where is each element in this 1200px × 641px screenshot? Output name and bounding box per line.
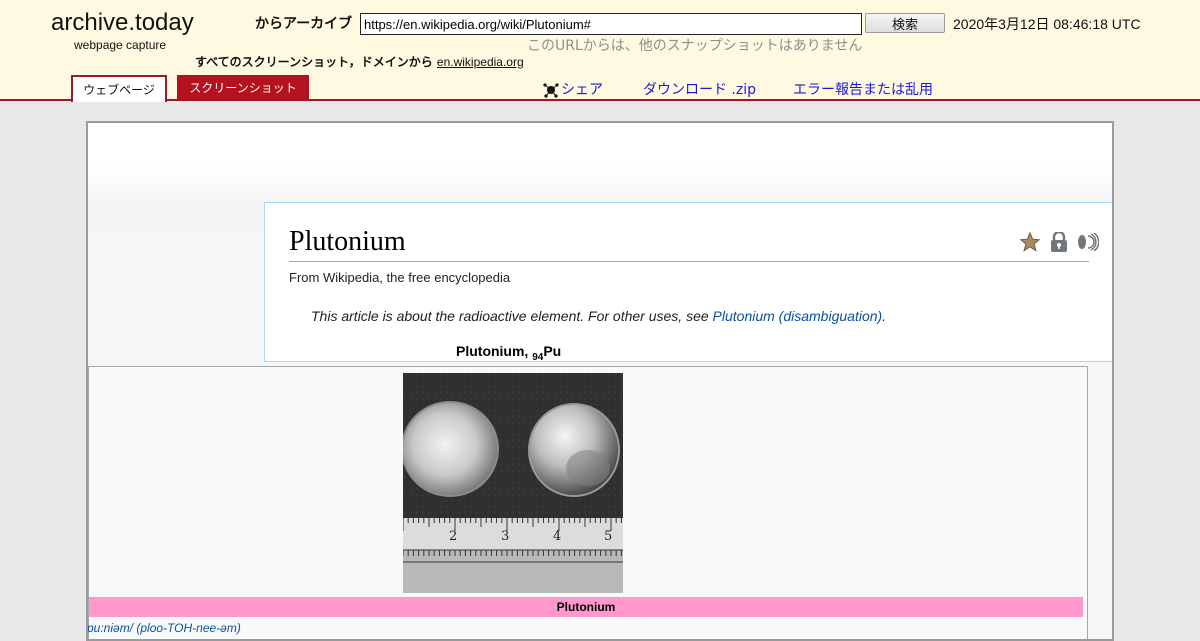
share-link[interactable]: シェア	[543, 79, 603, 99]
domain-link[interactable]: en.wikipedia.org	[437, 55, 524, 69]
captured-page-frame: Plutonium From Wikipedia, the free encyc…	[86, 121, 1114, 641]
site-sub-tagline: From Wikipedia, the free encyclopedia	[289, 270, 511, 285]
article-title: Plutonium	[289, 225, 1089, 262]
tab-screenshot[interactable]: スクリーンショット	[177, 75, 309, 99]
infobox-atomic-number: 94	[532, 351, 544, 363]
lock-icon[interactable]	[1050, 230, 1068, 256]
all-screenshots-label: すべてのスクリーンショット，ドメインから	[195, 55, 433, 69]
infobox-name-row: Plutonium	[89, 597, 1083, 617]
svg-text:5: 5	[604, 529, 612, 544]
infobox-symbol: Pu	[543, 343, 562, 359]
article-title-text: Plutonium	[289, 226, 406, 257]
infobox: 2 3 4 5 Plutonium pu:niəm/ (ploo-TOH-nee…	[88, 366, 1088, 639]
infobox-caption-name: Plutonium,	[456, 343, 533, 359]
share-icon	[543, 82, 559, 98]
share-label: シェア	[561, 82, 603, 98]
download-zip-link[interactable]: ダウンロード .zip	[643, 79, 756, 99]
disambiguation-link[interactable]: Plutonium (disambiguation)	[713, 308, 883, 324]
archive-from-label: からアーカイブ	[255, 16, 353, 32]
svg-text:2: 2	[449, 529, 457, 544]
url-input[interactable]	[360, 13, 862, 35]
capture-timestamp: 2020年3月12日 08:46:18 UTC	[953, 16, 1141, 32]
hatnote: This article is about the radioactive el…	[311, 308, 886, 324]
title-indicators	[1015, 230, 1100, 257]
pronunciation-text[interactable]: pu:niəm/ (ploo-TOH-nee-əm)	[88, 621, 241, 635]
tab-webpage[interactable]: ウェブページ	[71, 75, 167, 102]
no-snapshots-note: このURLからは、他のスナップショットはありません	[527, 38, 863, 54]
plutonium-photo[interactable]: 2 3 4 5	[403, 373, 623, 593]
infobox-caption: Plutonium, 94Pu	[456, 343, 561, 363]
svg-text:3: 3	[501, 529, 509, 544]
featured-star-icon[interactable]	[1019, 231, 1041, 257]
site-logo[interactable]: archive.today	[51, 9, 194, 37]
wiki-content-area: Plutonium From Wikipedia, the free encyc…	[264, 202, 1112, 362]
site-tagline: webpage capture	[74, 38, 167, 52]
search-button[interactable]: 検索	[865, 13, 945, 33]
archive-header: archive.today webpage capture からアーカイブ 検索…	[0, 0, 1200, 102]
report-abuse-link[interactable]: エラー報告または乱用	[793, 79, 933, 99]
hatnote-period: .	[882, 308, 887, 324]
hatnote-text: This article is about the radioactive el…	[311, 308, 713, 324]
svg-text:4: 4	[553, 529, 561, 544]
all-screenshots-row: すべてのスクリーンショット，ドメインから en.wikipedia.org	[195, 53, 524, 70]
spoken-audio-icon[interactable]	[1077, 232, 1100, 255]
